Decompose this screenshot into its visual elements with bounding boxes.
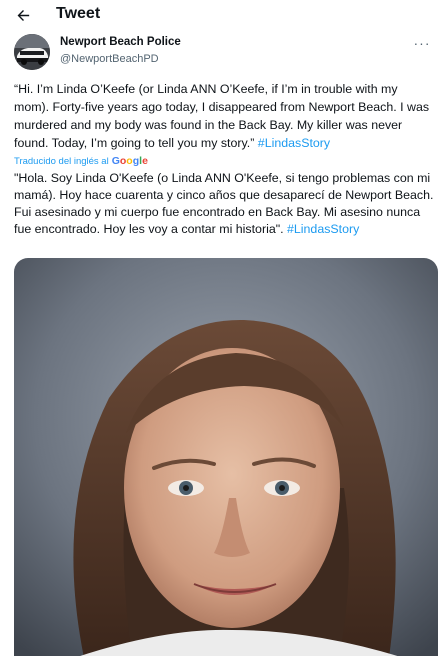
google-logo-icon: Google	[111, 155, 148, 167]
translation-label: Traducido del inglés al	[14, 155, 109, 167]
avatar[interactable]	[14, 34, 50, 70]
more-options-button[interactable]: ···	[411, 35, 433, 51]
translated-text: "Hola. Soy Linda O'Keefe (o Linda ANN O'…	[14, 170, 434, 238]
arrow-left-icon	[17, 9, 29, 21]
page-title: Tweet	[56, 5, 101, 22]
more-options-icon: ···	[413, 35, 431, 51]
translation-hashtag-link[interactable]: #LindasStory	[287, 222, 359, 236]
back-button[interactable]	[10, 2, 36, 28]
author-name[interactable]: Newport Beach Police	[60, 36, 181, 48]
author-handle[interactable]: @NewportBeachPD	[60, 53, 159, 65]
translation-attribution[interactable]: Traducido del inglés al Google	[14, 155, 148, 167]
tweet-body: “Hi. I’m Linda O’Keefe (or Linda ANN O’K…	[14, 82, 430, 150]
police-car-avatar-image	[14, 34, 50, 70]
tweet-photo[interactable]	[14, 258, 438, 656]
tweet-text: “Hi. I’m Linda O’Keefe (or Linda ANN O’K…	[14, 80, 432, 152]
tweet-hashtag-link[interactable]: #LindasStory	[258, 136, 330, 150]
portrait-photo-image	[14, 258, 438, 656]
translation-body: "Hola. Soy Linda O'Keefe (o Linda ANN O'…	[14, 171, 434, 236]
top-bar: Tweet	[0, 0, 441, 30]
